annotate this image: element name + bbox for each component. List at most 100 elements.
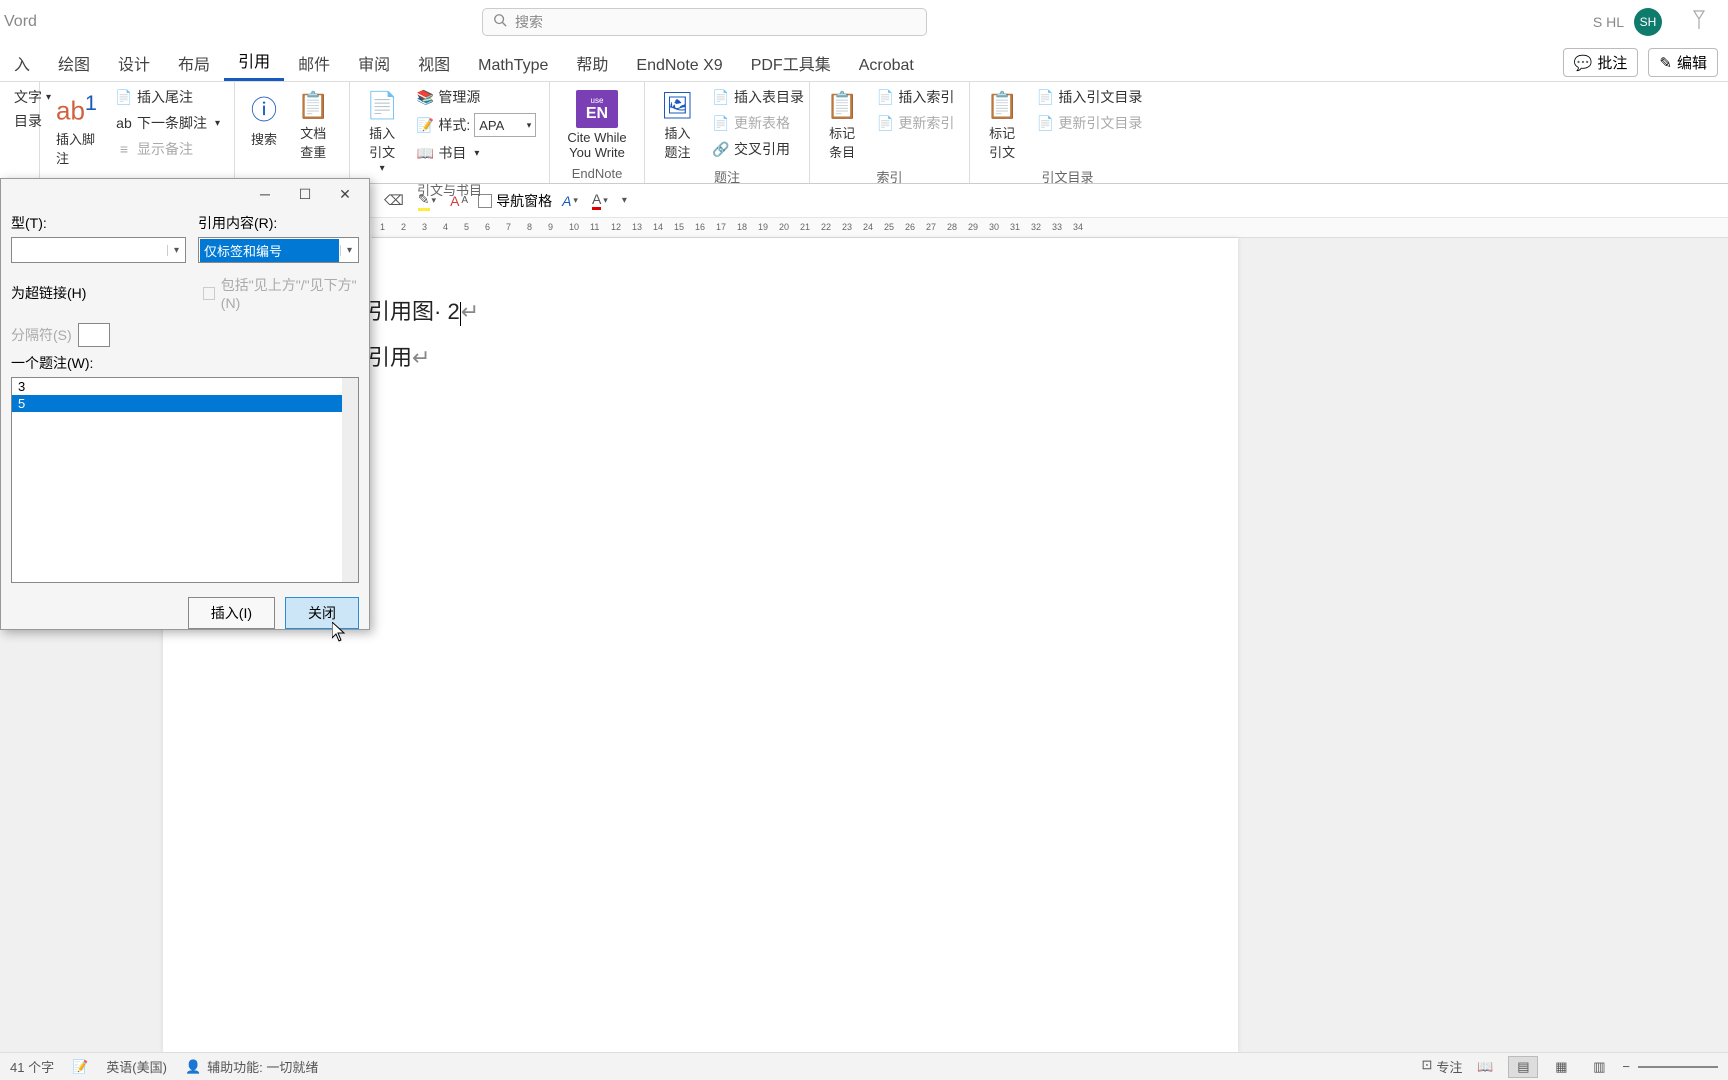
ruler-tick: 23 bbox=[842, 222, 852, 232]
tab-draw[interactable]: 绘图 bbox=[44, 45, 104, 81]
insert-citation-button[interactable]: 📄 插入引文 ▾ bbox=[360, 86, 404, 178]
edit-label: 编辑 bbox=[1677, 52, 1707, 73]
group-label-captions: 题注 bbox=[655, 165, 799, 186]
caption-icon: 🖼 bbox=[661, 90, 694, 121]
maximize-button[interactable]: ☐ bbox=[285, 181, 325, 207]
style-select[interactable]: 📝 样式: APA▾ bbox=[412, 112, 540, 138]
citation-icon: 📄 bbox=[366, 90, 398, 121]
accessibility-status[interactable]: 👤辅助功能: 一切就绪 bbox=[185, 1057, 318, 1076]
ruler-tick: 30 bbox=[989, 222, 999, 232]
tab-references[interactable]: 引用 bbox=[224, 42, 284, 81]
tab-insert[interactable]: 入 bbox=[0, 45, 44, 81]
ruler-tick: 22 bbox=[821, 222, 831, 232]
separator-checkbox: 分隔符(S) bbox=[11, 323, 359, 347]
ruler-tick: 31 bbox=[1010, 222, 1020, 232]
insert-footnote-button[interactable]: ab1 插入脚注 bbox=[50, 86, 103, 171]
font-color-button[interactable]: A▾ bbox=[588, 189, 612, 212]
reference-type-label: 型(T): bbox=[11, 213, 186, 233]
manage-sources-button[interactable]: 📚管理源 bbox=[412, 86, 540, 108]
tab-review[interactable]: 审阅 bbox=[344, 45, 404, 81]
comments-button[interactable]: 💬 批注 bbox=[1563, 48, 1639, 77]
ruler-tick: 19 bbox=[758, 222, 768, 232]
accessibility-icon: 👤 bbox=[185, 1059, 201, 1075]
hyperlink-checkbox[interactable]: 为超链接(H) bbox=[11, 275, 191, 311]
cross-reference-button[interactable]: 🔗交叉引用 bbox=[708, 138, 808, 160]
tab-acrobat[interactable]: Acrobat bbox=[845, 51, 928, 81]
tab-mathtype[interactable]: MathType bbox=[464, 51, 562, 81]
insert-toa-button[interactable]: 📄插入引文目录 bbox=[1032, 86, 1146, 108]
insert-index-button[interactable]: 📄插入索引 bbox=[872, 86, 958, 108]
list-item[interactable]: 3 bbox=[12, 378, 358, 395]
ruler-tick: 24 bbox=[863, 222, 873, 232]
above-below-checkbox: 包括"见上方"/"见下方"(N) bbox=[203, 275, 359, 311]
mic-icon[interactable] bbox=[1690, 9, 1708, 36]
caption-list[interactable]: 3 5 bbox=[11, 377, 359, 583]
edit-button[interactable]: ✎ 编辑 bbox=[1648, 48, 1718, 77]
reference-content-combo[interactable]: 仅标签和编号 ▾ bbox=[198, 237, 359, 263]
scrollbar[interactable] bbox=[342, 378, 358, 582]
next-footnote-icon: ab bbox=[115, 115, 133, 131]
close-window-button[interactable]: ✕ bbox=[325, 181, 365, 207]
web-layout-button[interactable]: ▦ bbox=[1546, 1056, 1576, 1078]
dialog-titlebar[interactable]: ─ ☐ ✕ bbox=[1, 179, 369, 209]
more-button[interactable]: ▾ bbox=[618, 193, 631, 208]
ruler-tick: 15 bbox=[674, 222, 684, 232]
show-notes-button: ≡显示备注 bbox=[111, 138, 224, 160]
zoom-slider[interactable] bbox=[1638, 1066, 1718, 1068]
text-effects-button[interactable]: A▾ bbox=[558, 191, 582, 211]
ruler-tick: 7 bbox=[506, 222, 511, 232]
paragraph-mark-icon: ↵ bbox=[461, 299, 479, 324]
bibliography-button[interactable]: 📖书目▾ bbox=[412, 142, 540, 164]
outline-button[interactable]: ▥ bbox=[1584, 1056, 1614, 1078]
reference-content-label: 引用内容(R): bbox=[198, 213, 359, 233]
insert-button[interactable]: 插入(I) bbox=[188, 597, 275, 629]
ruler-tick: 8 bbox=[527, 222, 532, 232]
spell-check-icon[interactable]: 📝 bbox=[72, 1059, 88, 1075]
language-status[interactable]: 英语(美国) bbox=[106, 1057, 167, 1076]
ruler-tick: 1 bbox=[380, 222, 385, 232]
app-title: Vord bbox=[4, 13, 37, 31]
tab-pdf[interactable]: PDF工具集 bbox=[737, 45, 845, 81]
status-bar: 41 个字 📝 英语(美国) 👤辅助功能: 一切就绪 ⊡专注 📖 ▤ ▦ ▥ − bbox=[0, 1052, 1728, 1080]
reference-type-combo[interactable]: ▾ bbox=[11, 237, 186, 263]
tab-endnote[interactable]: EndNote X9 bbox=[622, 51, 736, 81]
insert-endnote-button[interactable]: 📄插入尾注 bbox=[111, 86, 224, 108]
doc-check-icon: 📋 bbox=[297, 90, 329, 121]
update-index-icon: 📄 bbox=[876, 115, 894, 132]
paragraph-mark-icon: ↵ bbox=[412, 345, 430, 370]
show-notes-icon: ≡ bbox=[115, 141, 133, 157]
insert-tof-button[interactable]: 📄插入表目录 bbox=[708, 86, 808, 108]
ruler-tick: 29 bbox=[968, 222, 978, 232]
sources-icon: 📚 bbox=[416, 89, 434, 106]
insert-caption-button[interactable]: 🖼 插入题注 bbox=[655, 86, 700, 165]
ruler-tick: 3 bbox=[422, 222, 427, 232]
tab-view[interactable]: 视图 bbox=[404, 45, 464, 81]
crossref-icon: 🔗 bbox=[712, 141, 730, 158]
next-footnote-button[interactable]: ab下一条脚注▾ bbox=[111, 112, 224, 134]
word-count[interactable]: 41 个字 bbox=[10, 1057, 54, 1076]
tab-help[interactable]: 帮助 bbox=[562, 45, 622, 81]
search-icon bbox=[493, 13, 507, 32]
close-button[interactable]: 关闭 bbox=[285, 597, 359, 629]
tab-design[interactable]: 设计 bbox=[104, 45, 164, 81]
horizontal-ruler[interactable]: /* ticks rendered by JS below */ 1234567… bbox=[372, 218, 1728, 238]
ruler-tick: 33 bbox=[1052, 222, 1062, 232]
avatar[interactable]: SH bbox=[1634, 8, 1662, 36]
print-layout-button[interactable]: ▤ bbox=[1508, 1056, 1538, 1078]
search-button[interactable]: ⓘ 搜索 bbox=[245, 86, 283, 152]
group-label-index: 索引 bbox=[820, 165, 959, 186]
mark-entry-button[interactable]: 📋 标记条目 bbox=[820, 86, 864, 165]
tab-mailings[interactable]: 邮件 bbox=[284, 45, 344, 81]
tab-layout[interactable]: 布局 bbox=[164, 45, 224, 81]
doc-check-button[interactable]: 📋 文档查重 bbox=[291, 86, 335, 165]
read-mode-button[interactable]: 📖 bbox=[1470, 1056, 1500, 1078]
list-item[interactable]: 5 bbox=[12, 395, 358, 412]
search-box[interactable]: 搜索 bbox=[482, 8, 927, 36]
endnote-cite-button[interactable]: useEN Cite While You Write bbox=[554, 86, 641, 164]
ruler-tick: 2 bbox=[401, 222, 406, 232]
mark-citation-button[interactable]: 📋 标记引文 bbox=[980, 86, 1024, 165]
style-dropdown[interactable]: APA▾ bbox=[474, 113, 536, 137]
minimize-button[interactable]: ─ bbox=[245, 181, 285, 207]
zoom-out-button[interactable]: − bbox=[1622, 1059, 1630, 1074]
focus-mode[interactable]: ⊡专注 bbox=[1421, 1057, 1462, 1076]
